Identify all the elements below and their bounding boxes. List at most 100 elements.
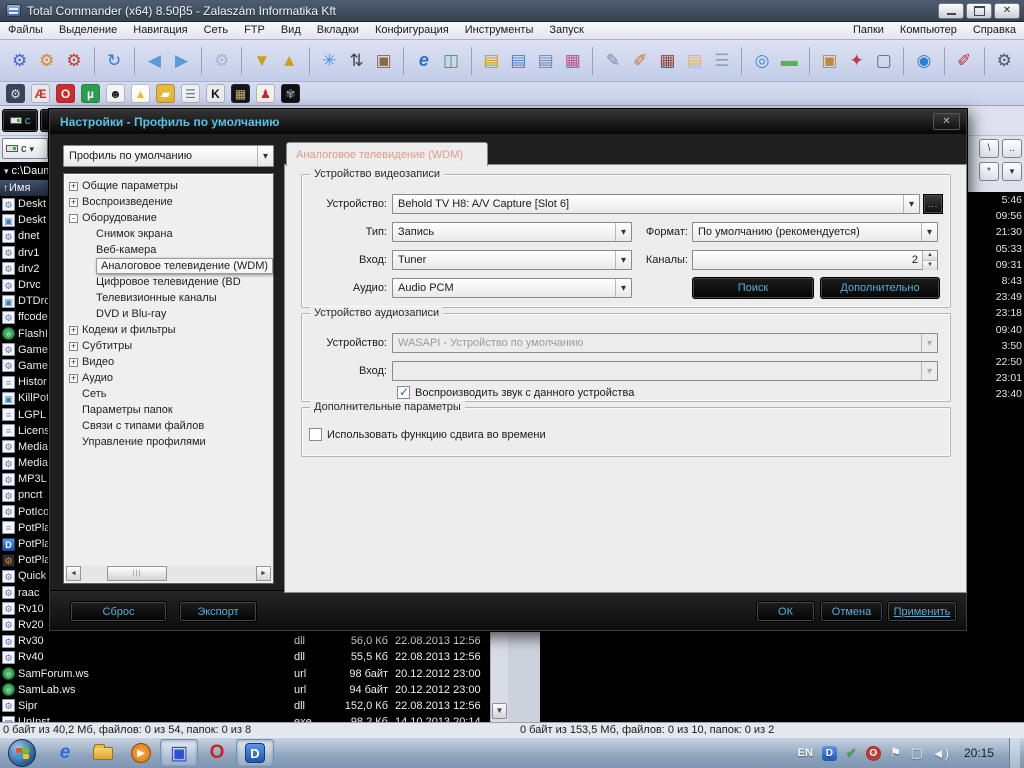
back-icon[interactable]: ◀ — [142, 48, 167, 74]
images-icon[interactable]: ▣ — [817, 48, 842, 74]
show-desktop-button[interactable] — [1009, 738, 1020, 768]
color-grid-icon[interactable]: ▦ — [560, 48, 585, 74]
tree-item[interactable]: Веб-камера — [67, 242, 270, 258]
menu-item[interactable]: Навигация — [125, 22, 195, 39]
profile-combo[interactable]: Профиль по умолчанию — [63, 145, 274, 167]
scroll-left-icon[interactable]: ◄ — [66, 566, 81, 581]
clipboard-icon[interactable]: ▣ — [371, 48, 396, 74]
tree-expander-icon[interactable]: + — [69, 342, 78, 351]
tree-expander-icon[interactable]: + — [69, 198, 78, 207]
snowflake-icon[interactable]: ✳ — [317, 48, 342, 74]
gear-orange-icon[interactable]: ⚙ — [34, 48, 59, 74]
menu-item[interactable]: Конфигурация — [367, 22, 457, 39]
internet-explorer-icon[interactable]: e — [411, 48, 436, 74]
history-button[interactable]: ▼ — [1002, 162, 1022, 181]
timeshift-checkbox[interactable]: Использовать функцию сдвига во времени — [309, 428, 546, 441]
tree-item[interactable]: Параметры папок — [67, 402, 270, 418]
input-combo[interactable]: Tuner — [392, 250, 632, 270]
menu-item[interactable]: Компьютер — [892, 22, 965, 39]
tree-expander-icon[interactable]: + — [69, 374, 78, 383]
refresh-icon[interactable]: ↻ — [102, 48, 127, 74]
scroll-right-icon[interactable]: ► — [256, 566, 271, 581]
taskbar-potplayer-icon[interactable]: D — [236, 739, 274, 767]
film-gear-icon[interactable]: ⚙ — [6, 84, 25, 103]
spin-down-icon[interactable] — [923, 261, 937, 270]
taskbar-opera-icon[interactable]: O — [198, 739, 236, 767]
taskbar-explorer-icon[interactable] — [84, 739, 122, 767]
dark-hand-icon[interactable]: ✾ — [281, 84, 300, 103]
dialog-close-button[interactable]: ✕ — [933, 113, 960, 130]
checkbox-checked-icon[interactable] — [397, 386, 410, 399]
pen-icon[interactable]: ✎ — [600, 48, 625, 74]
menu-item[interactable]: Файлы — [0, 22, 51, 39]
scroll-down-icon[interactable]: ▼ — [492, 703, 507, 719]
separator[interactable] — [809, 47, 810, 75]
alien-icon[interactable]: ☻ — [106, 84, 125, 103]
tray-language-indicator[interactable]: EN — [798, 747, 813, 759]
menu-item[interactable]: Инструменты — [457, 22, 542, 39]
tree-item[interactable]: DVD и Blu-ray — [67, 306, 270, 322]
aimp-icon[interactable]: Æ — [31, 84, 50, 103]
separator[interactable] — [903, 47, 904, 75]
ok-button[interactable]: ОК — [756, 601, 815, 622]
tree-expander-icon[interactable]: - — [69, 214, 78, 223]
scrollbar-thumb[interactable] — [107, 566, 167, 581]
tray-potplayer-icon[interactable]: D — [822, 746, 837, 761]
file-row[interactable]: Sipr dll 152,0 Кб 22.08.2013 12:56 — [0, 698, 490, 714]
brush-icon[interactable]: ✐ — [628, 48, 653, 74]
tree-item[interactable]: + Общие параметры — [67, 178, 270, 194]
file-row[interactable]: Rv40 dll 55,5 Кб 22.08.2013 12:56 — [0, 649, 490, 665]
opera-icon[interactable]: O — [56, 84, 75, 103]
tray-network-icon[interactable]: ▢ — [910, 745, 922, 761]
globe-cd-icon[interactable]: ◉ — [911, 48, 936, 74]
audio-combo[interactable]: Audio PCM — [392, 278, 632, 298]
close-button[interactable] — [994, 3, 1020, 19]
separator[interactable] — [944, 47, 945, 75]
tree-item[interactable]: + Аудио — [67, 370, 270, 386]
tray-volume-icon[interactable]: ◄) — [932, 746, 949, 761]
brush-red-icon[interactable]: ✐ — [952, 48, 977, 74]
start-button[interactable] — [8, 739, 36, 767]
calculator-icon[interactable]: ▦ — [655, 48, 680, 74]
clock[interactable]: 20:15 — [964, 746, 994, 760]
separator[interactable] — [134, 47, 135, 75]
tree-item[interactable]: Управление профилями — [67, 434, 270, 450]
play-sound-checkbox[interactable]: Воспроизводить звук с данного устройства — [397, 386, 634, 399]
menu-item[interactable]: Вкладки — [309, 22, 367, 39]
separator[interactable] — [984, 47, 985, 75]
tools-red-icon[interactable]: ✦ — [844, 48, 869, 74]
separator[interactable] — [403, 47, 404, 75]
menu-item[interactable]: FTP — [236, 22, 273, 39]
file-row[interactable]: Rv30 dll 56,0 Кб 22.08.2013 12:56 — [0, 633, 490, 649]
dark-app-icon[interactable]: ▦ — [231, 84, 250, 103]
kmplayer-icon[interactable]: K — [206, 84, 225, 103]
menu-item[interactable]: Выделение — [51, 22, 125, 39]
apply-button[interactable]: Применить — [887, 601, 957, 622]
browse-button[interactable]: ... — [923, 194, 943, 214]
format-combo[interactable]: По умолчанию (рекомендуется) — [692, 222, 938, 242]
sort-az-icon[interactable]: ⇅ — [344, 48, 369, 74]
memory-card-icon[interactable]: ▬ — [777, 48, 802, 74]
menu-item[interactable]: Сеть — [196, 22, 236, 39]
doc-copy-icon[interactable]: ▤ — [533, 48, 558, 74]
advanced-button[interactable]: Дополнительно — [820, 277, 940, 299]
utorrent-icon[interactable]: µ — [81, 84, 100, 103]
drive-combo[interactable]: c — [2, 138, 48, 159]
minimize-button[interactable] — [938, 3, 964, 19]
tray-usb-icon[interactable]: ✔ — [846, 745, 857, 761]
cancel-button[interactable]: Отмена — [820, 601, 883, 622]
delphi-icon[interactable]: ▲ — [131, 84, 150, 103]
doc-warning-icon[interactable]: ▤ — [479, 48, 504, 74]
video-device-combo[interactable]: Behold TV H8: A/V Capture [Slot 6] — [392, 194, 920, 214]
tree-item[interactable]: Связи с типами файлов — [67, 418, 270, 434]
doc-search-icon[interactable]: ▤ — [506, 48, 531, 74]
root-button[interactable]: \ — [979, 139, 999, 158]
taskbar-save-tool-icon[interactable]: ▣ — [160, 739, 198, 767]
tree-item[interactable]: + Кодеки и фильтры — [67, 322, 270, 338]
file-row[interactable]: SamLab.ws url 94 байт 20.12.2012 23:00 — [0, 682, 490, 698]
audio-input-combo[interactable] — [392, 361, 938, 381]
separator[interactable] — [741, 47, 742, 75]
tree-item[interactable]: + Видео — [67, 354, 270, 370]
separator[interactable] — [241, 47, 242, 75]
tree-item[interactable]: + Субтитры — [67, 338, 270, 354]
